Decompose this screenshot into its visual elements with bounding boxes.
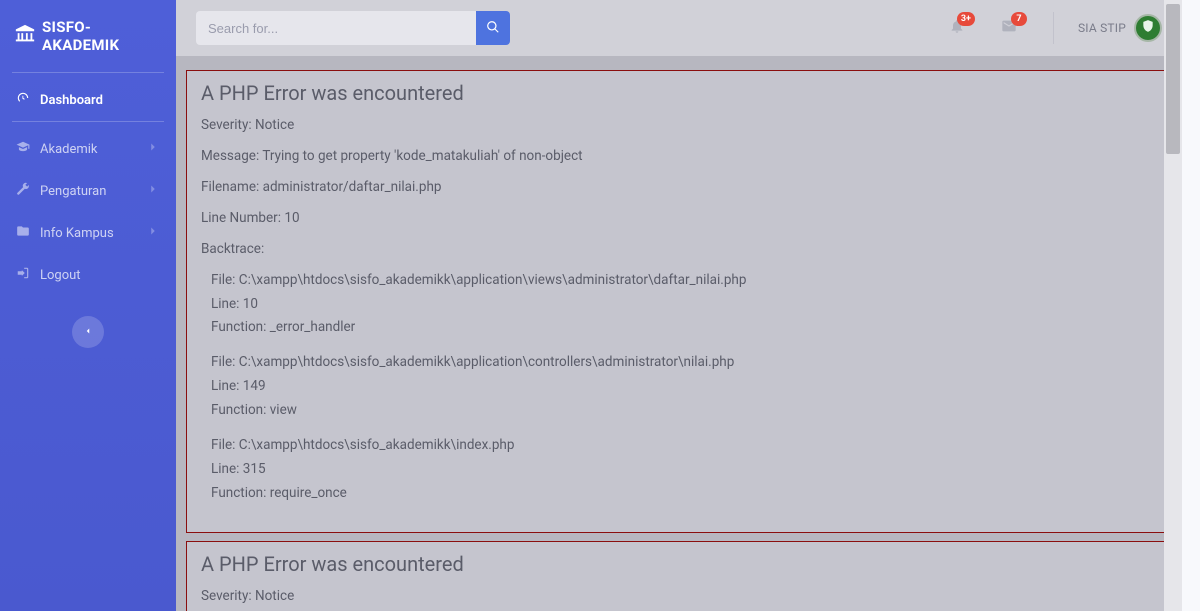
trace-line: Line: 10 [211, 294, 1157, 315]
error-severity: Severity: Notice [201, 586, 1157, 607]
sidebar-item-dashboard[interactable]: Dashboard [0, 79, 176, 121]
sidebar-item-label: Info Kampus [40, 226, 114, 241]
trace-line: Line: 149 [211, 376, 1157, 397]
chevron-right-icon [146, 224, 160, 242]
chevron-right-icon [146, 140, 160, 158]
search-icon [486, 20, 500, 37]
sidebar-item-logout[interactable]: Logout [0, 254, 176, 296]
messages-badge: 7 [1011, 12, 1027, 26]
error-line: Line Number: 10 [201, 208, 1157, 229]
brand-title: SISFO-AKADEMIK [42, 18, 162, 54]
backtrace-entry: File: C:\xampp\htdocs\sisfo_akademikk\ap… [201, 270, 1157, 339]
error-severity: Severity: Notice [201, 115, 1157, 136]
trace-func: Function: require_once [211, 483, 1157, 504]
trace-func: Function: _error_handler [211, 317, 1157, 338]
php-error-box: A PHP Error was encountered Severity: No… [186, 70, 1172, 533]
error-title: A PHP Error was encountered [201, 552, 1157, 576]
trace-line: Line: 315 [211, 459, 1157, 480]
messages-button[interactable]: 7 [995, 14, 1023, 42]
chevron-right-icon [146, 182, 160, 200]
sidebar-collapse-button[interactable] [72, 316, 104, 348]
brand[interactable]: SISFO-AKADEMIK [0, 10, 176, 72]
vertical-scrollbar[interactable] [1164, 0, 1182, 611]
sidebar-item-label: Akademik [40, 142, 98, 157]
error-filename: Filename: administrator/daftar_nilai.php [201, 177, 1157, 198]
error-message: Message: Trying to get property 'kode_ma… [201, 146, 1157, 167]
divider [1053, 12, 1054, 44]
topbar: 3+ 7 SIA STIP [176, 0, 1182, 56]
tachometer-icon [16, 91, 30, 109]
backtrace-entry: File: C:\xampp\htdocs\sisfo_akademikk\in… [201, 435, 1157, 504]
divider [12, 72, 164, 73]
main: 3+ 7 SIA STIP A PHP Error was encountere… [176, 0, 1182, 611]
php-error-box: A PHP Error was encountered Severity: No… [186, 541, 1172, 611]
sidebar-item-akademik[interactable]: Akademik [0, 128, 176, 170]
error-title: A PHP Error was encountered [201, 81, 1157, 105]
avatar [1134, 14, 1162, 42]
graduation-icon [16, 140, 30, 158]
sidebar-item-label: Dashboard [40, 93, 103, 108]
sidebar-item-pengaturan[interactable]: Pengaturan [0, 170, 176, 212]
trace-file: File: C:\xampp\htdocs\sisfo_akademikk\in… [211, 435, 1157, 456]
sidebar-item-label: Pengaturan [40, 184, 106, 199]
notifications-badge: 3+ [957, 12, 975, 26]
divider [12, 121, 164, 122]
sidebar-item-info-kampus[interactable]: Info Kampus [0, 212, 176, 254]
backtrace-entry: File: C:\xampp\htdocs\sisfo_akademikk\ap… [201, 352, 1157, 421]
trace-file: File: C:\xampp\htdocs\sisfo_akademikk\ap… [211, 270, 1157, 291]
folder-icon [16, 224, 30, 242]
sidebar-item-label: Logout [40, 268, 81, 283]
search-button[interactable] [476, 11, 510, 45]
sidebar: SISFO-AKADEMIK Dashboard Akademik Pengat… [0, 0, 176, 611]
trace-func: Function: view [211, 400, 1157, 421]
user-menu[interactable]: SIA STIP [1078, 14, 1162, 42]
search-form [196, 11, 510, 45]
bank-icon [14, 23, 36, 49]
error-backtrace-label: Backtrace: [201, 239, 1157, 260]
content[interactable]: A PHP Error was encountered Severity: No… [176, 56, 1182, 611]
user-name: SIA STIP [1078, 21, 1126, 35]
search-input[interactable] [196, 11, 476, 45]
logout-icon [16, 266, 30, 284]
wrench-icon [16, 182, 30, 200]
trace-file: File: C:\xampp\htdocs\sisfo_akademikk\ap… [211, 352, 1157, 373]
shield-icon [1141, 19, 1155, 37]
notifications-button[interactable]: 3+ [943, 14, 971, 42]
scrollbar-thumb[interactable] [1166, 4, 1180, 154]
chevron-left-icon [83, 324, 93, 340]
